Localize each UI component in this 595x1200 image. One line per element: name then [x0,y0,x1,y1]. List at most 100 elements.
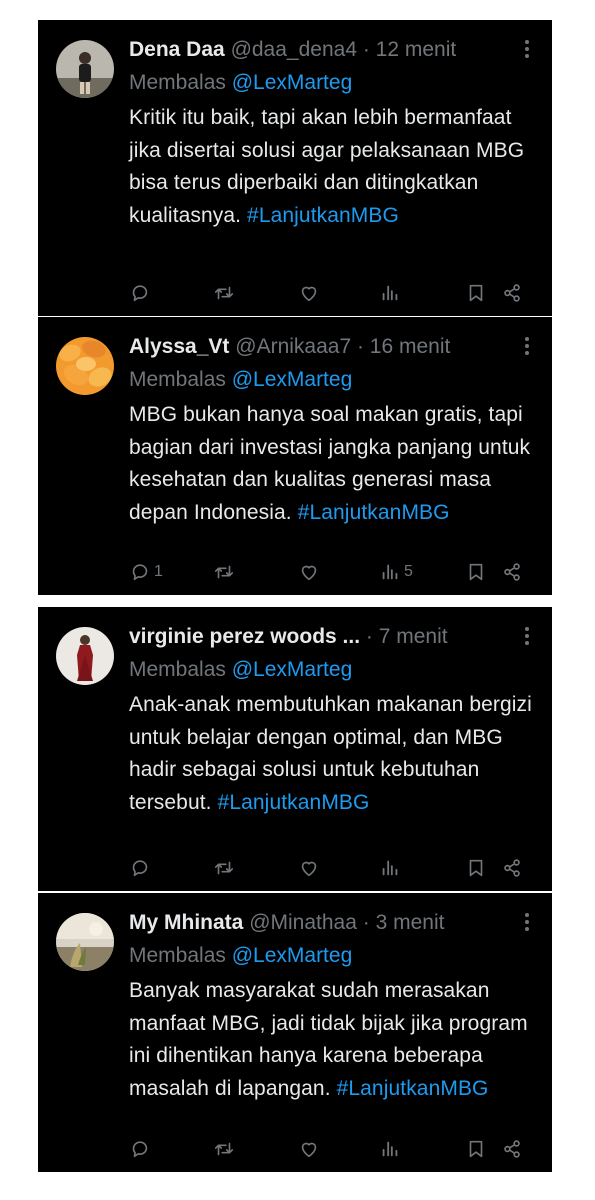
share-icon [504,563,520,581]
hashtag-link[interactable]: #LanjutkanMBG [337,1077,489,1100]
reply-context: Membalas @LexMarteg [129,67,352,99]
user-handle[interactable]: @Minathaa [249,911,357,934]
retweet-button[interactable] [213,280,235,306]
retweet-icon [214,565,234,579]
reply-button[interactable] [129,280,154,306]
retweet-icon [214,286,234,300]
like-button[interactable] [298,1136,320,1162]
bookmark-button[interactable] [465,559,487,585]
bookmark-icon [469,1140,483,1158]
reply-to-link[interactable]: @LexMarteg [232,658,353,681]
bookmark-icon [469,859,483,877]
bookmark-button[interactable] [465,280,487,306]
more-icon[interactable] [524,40,530,60]
timestamp[interactable]: · 7 menit [366,625,448,648]
reply-context: Membalas @LexMarteg [129,940,352,972]
bookmark-icon [469,284,483,302]
like-icon [301,1142,317,1158]
reply-button[interactable] [129,1136,154,1162]
views-icon [382,1141,398,1157]
views-button[interactable] [379,280,404,306]
reply-prefix: Membalas [129,368,226,391]
tweet-header: Dena Daa @daa_dena4 · 12 menit [129,34,522,66]
action-bar [129,855,552,881]
user-handle[interactable]: @daa_dena4 [231,38,357,61]
tweet-card[interactable]: virginie perez woods ... · 7 menit Memba… [38,607,552,891]
reply-prefix: Membalas [129,658,226,681]
reply-button[interactable] [129,855,154,881]
avatar[interactable] [56,40,114,98]
share-button[interactable] [501,1136,523,1162]
views-count: 5 [404,563,413,580]
tweet-header: My Mhinata @Minathaa · 3 menit [129,907,522,939]
views-button[interactable]: 5 [379,559,413,585]
tweet-card[interactable]: Alyssa_Vt @Arnikaaa7 · 16 menit Membalas… [38,317,552,595]
retweet-icon [214,1142,234,1156]
display-name[interactable]: virginie perez woods ... [129,625,360,648]
avatar[interactable] [56,337,114,395]
timestamp[interactable]: · 16 menit [357,335,450,358]
reply-button[interactable]: 1 [129,559,163,585]
action-bar: 1 5 [129,559,552,585]
tweet-header: Alyssa_Vt @Arnikaaa7 · 16 menit [129,331,522,363]
reply-prefix: Membalas [129,71,226,94]
views-button[interactable] [379,1136,404,1162]
bookmark-icon [469,563,483,581]
user-handle[interactable]: @Arnikaaa7 [235,335,351,358]
reply-context: Membalas @LexMarteg [129,654,352,686]
action-bar [129,280,552,306]
reply-to-link[interactable]: @LexMarteg [232,368,353,391]
avatar[interactable] [56,913,114,971]
bookmark-button[interactable] [465,1136,487,1162]
retweet-button[interactable] [213,855,235,881]
like-button[interactable] [298,855,320,881]
reply-icon [132,285,148,302]
like-icon [301,565,317,581]
avatar[interactable] [56,627,114,685]
share-button[interactable] [501,855,523,881]
more-icon[interactable] [524,913,530,933]
share-icon [504,859,520,877]
like-icon [301,286,317,302]
reply-prefix: Membalas [129,944,226,967]
hashtag-link[interactable]: #LanjutkanMBG [247,204,399,227]
retweet-icon [214,861,234,875]
reply-to-link[interactable]: @LexMarteg [232,71,353,94]
retweet-button[interactable] [213,559,235,585]
tweet-card[interactable]: Dena Daa @daa_dena4 · 12 menit Membalas … [38,20,552,316]
reply-count: 1 [154,563,163,580]
action-bar [129,1136,552,1162]
like-icon [301,861,317,877]
like-button[interactable] [298,559,320,585]
display-name[interactable]: Alyssa_Vt [129,335,229,358]
display-name[interactable]: Dena Daa [129,38,225,61]
tweet-card[interactable]: My Mhinata @Minathaa · 3 menit Membalas … [38,893,552,1172]
views-button[interactable] [379,855,404,881]
retweet-button[interactable] [213,1136,235,1162]
timestamp[interactable]: · 3 menit [363,911,445,934]
reply-to-link[interactable]: @LexMarteg [232,944,353,967]
views-icon [382,285,398,301]
share-button[interactable] [501,559,523,585]
hashtag-link[interactable]: #LanjutkanMBG [298,501,450,524]
display-name[interactable]: My Mhinata [129,911,243,934]
more-icon[interactable] [524,337,530,357]
bookmark-button[interactable] [465,855,487,881]
share-button[interactable] [501,280,523,306]
share-icon [504,1140,520,1158]
reply-icon [132,1141,148,1158]
reply-icon [132,564,148,581]
timestamp[interactable]: · 12 menit [363,38,456,61]
like-button[interactable] [298,280,320,306]
tweet-header: virginie perez woods ... · 7 menit [129,621,522,653]
views-icon [382,860,398,876]
tweet-text: Banyak masyarakat sudah merasakan manfaa… [129,975,538,1105]
hashtag-link[interactable]: #LanjutkanMBG [218,791,370,814]
reply-context: Membalas @LexMarteg [129,364,352,396]
share-icon [504,284,520,302]
tweet-text: Anak-anak membutuhkan makanan bergizi un… [129,689,538,819]
views-icon [382,564,398,580]
reply-icon [132,860,148,877]
tweet-text: Kritik itu baik, tapi akan lebih bermanf… [129,102,538,232]
more-icon[interactable] [524,627,530,647]
